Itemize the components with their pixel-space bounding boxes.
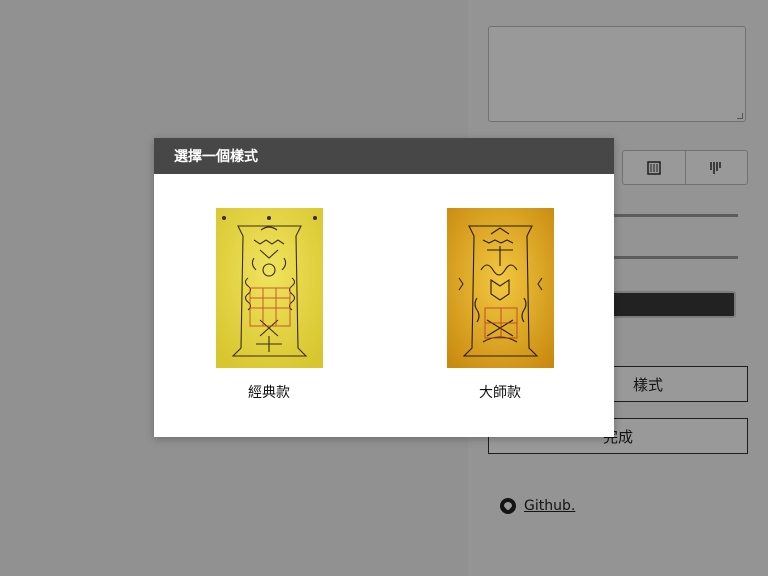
- style-picker-dialog: 選擇一個樣式 經典款 大師款: [154, 138, 614, 437]
- classic-talisman-image: [215, 208, 323, 368]
- style-options: 經典款 大師款: [154, 174, 614, 437]
- dialog-header: 選擇一個樣式: [154, 138, 614, 174]
- style-option-classic[interactable]: 經典款: [215, 208, 323, 402]
- master-option-label: 大師款: [479, 385, 521, 401]
- dialog-title: 選擇一個樣式: [174, 149, 258, 165]
- master-talisman-image: [446, 208, 554, 368]
- classic-option-label: 經典款: [248, 385, 290, 401]
- style-option-master[interactable]: 大師款: [446, 208, 554, 402]
